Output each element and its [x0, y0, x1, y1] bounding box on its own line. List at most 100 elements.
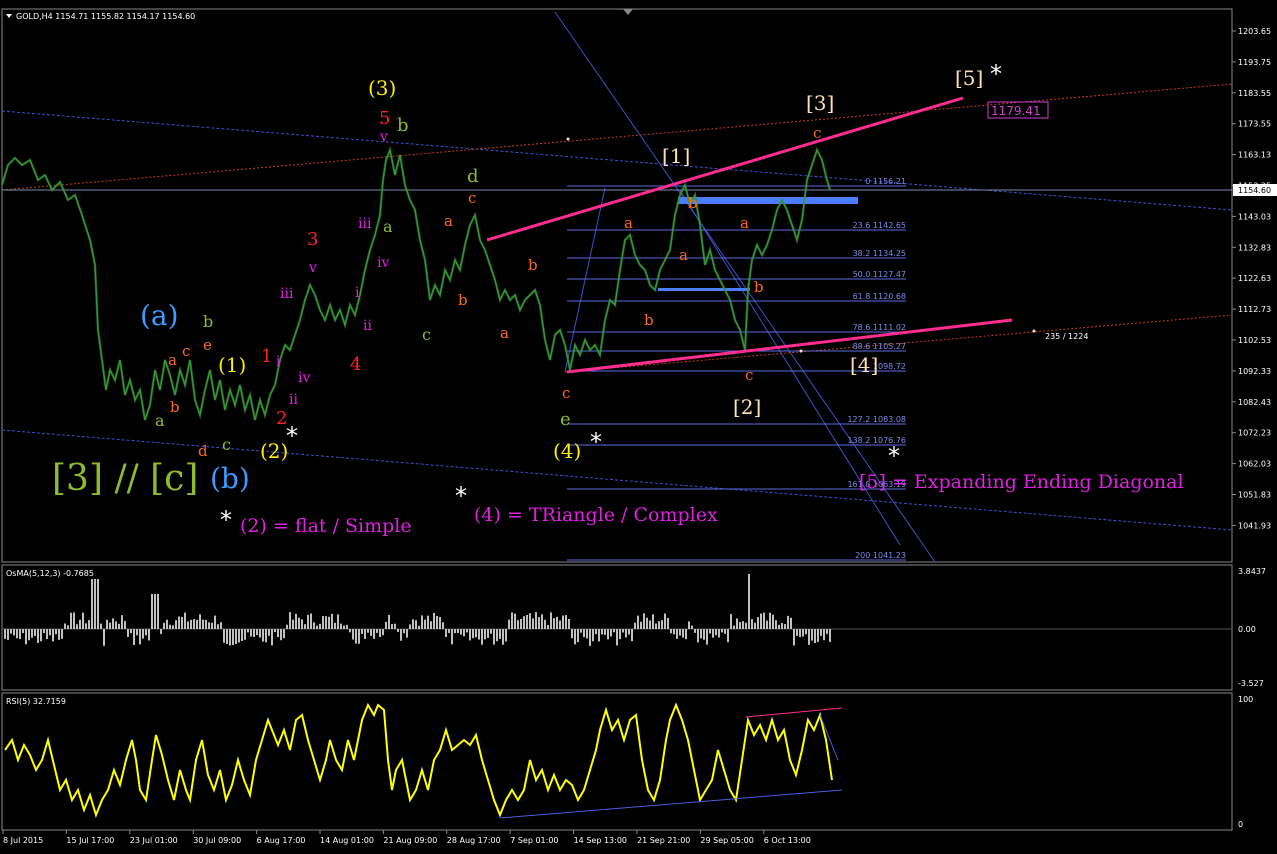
osma-bar: [688, 621, 690, 629]
time-tick-label: 8 Jul 2015: [3, 836, 43, 845]
osma-bar: [598, 629, 600, 642]
osma-bar: [556, 616, 558, 629]
osma-bar: [136, 629, 138, 636]
osma-bar: [235, 629, 237, 645]
osma-bar: [805, 629, 807, 635]
osma-bar: [571, 629, 573, 639]
wave-b-orange: b: [528, 256, 538, 274]
osma-bar: [493, 629, 495, 645]
osma-bar: [430, 621, 432, 629]
osma-bar: [28, 629, 30, 641]
osma-bar: [511, 612, 513, 629]
osma-bar: [121, 615, 123, 629]
osma-bar: [796, 629, 798, 636]
osma-bar: [208, 622, 210, 629]
osma-bar: [811, 629, 813, 641]
osma-bar: [472, 629, 474, 639]
osma-bar: [775, 620, 777, 629]
osma-bar: [553, 618, 555, 629]
osma-bar: [739, 622, 741, 629]
osma-axis: 3.8437 0.00 -3.527: [1238, 567, 1266, 688]
osma-bar: [409, 624, 411, 629]
wave-a-orange: a: [168, 351, 177, 369]
support-zone[interactable]: [658, 288, 750, 291]
osma-tick-label: 3.8437: [1238, 567, 1266, 576]
osma-bar: [541, 614, 543, 629]
osma-bar: [745, 622, 747, 629]
osma-bar: [31, 629, 33, 638]
osma-bar: [361, 629, 363, 635]
osma-bar: [52, 629, 54, 642]
wave-label-3c: [3] // [c]: [52, 458, 198, 499]
osma-bar: [622, 629, 624, 633]
osma-bar: [673, 629, 675, 635]
wave-label-b4: [4]: [850, 353, 878, 377]
osma-bar: [37, 629, 39, 643]
osma-bar: [685, 629, 687, 640]
osma-bar: [64, 623, 66, 629]
osma-bar: [343, 625, 345, 629]
osma-bar: [820, 629, 822, 636]
time-tick-label: 7 Sep 01:00: [510, 836, 558, 845]
osma-bar: [559, 620, 561, 629]
osma-bar: [265, 629, 267, 643]
osma-bar: [109, 622, 111, 629]
price-tick-label: 1203.65: [1238, 27, 1271, 36]
resistance-zone[interactable]: [678, 197, 858, 204]
osma-bar: [457, 629, 459, 633]
wave-a-orange: a: [444, 212, 453, 230]
osma-bar: [67, 625, 69, 629]
osma-bar: [241, 629, 243, 641]
osma-bar: [238, 629, 240, 643]
osma-bar: [475, 629, 477, 638]
rsi-tick-label: 0: [1238, 820, 1243, 829]
price-tick-label: 1143.03: [1238, 212, 1271, 221]
star-marker: *: [286, 422, 298, 450]
osma-bar: [655, 623, 657, 629]
osma-bar: [589, 629, 591, 646]
wave-label-b-paren: (b): [210, 462, 250, 495]
osma-bar: [97, 579, 99, 629]
osma-bar: [289, 612, 291, 629]
osma-bar: [715, 629, 717, 636]
osma-bar: [211, 622, 213, 629]
price-axis[interactable]: 1203.651193.751183.551173.551163.131153.…: [1232, 27, 1271, 530]
osma-bar: [58, 629, 60, 640]
osma-bar: [766, 620, 768, 629]
osma-bar: [676, 629, 678, 639]
time-tick-label: 6 Aug 17:00: [257, 836, 306, 845]
osma-bar: [763, 612, 765, 629]
fibo-level-label: 50.0 1127.47: [853, 270, 906, 279]
osma-bar: [607, 629, 609, 640]
time-axis[interactable]: 8 Jul 2015 15 Jul 17:00 23 Jul 01:00 30 Jul…: [2, 830, 811, 845]
wave-4-red: 4: [350, 354, 361, 375]
osma-bar: [523, 616, 525, 629]
osma-bar: [196, 619, 198, 629]
trading-chart[interactable]: GOLD,H4 1154.71 1155.82 1154.17 1154.60 …: [0, 0, 1277, 854]
osma-bar: [331, 613, 333, 629]
osma-bar: [205, 619, 207, 629]
price-tick-label: 1041.93: [1238, 521, 1271, 530]
osma-bar: [490, 629, 492, 634]
osma-bar: [181, 616, 183, 629]
wave-c-orange: c: [182, 342, 190, 360]
osma-bar: [505, 629, 507, 642]
price-tick-label: 1062.03: [1238, 460, 1271, 469]
osma-bar: [496, 629, 498, 642]
wave-a-orange: a: [624, 214, 633, 232]
rsi-panel[interactable]: [1, 692, 1233, 831]
osma-panel[interactable]: [1, 564, 1233, 691]
wave-3-red: 3: [307, 229, 318, 250]
osma-bar: [574, 629, 576, 645]
osma-bar: [34, 629, 36, 636]
osma-bar: [463, 629, 465, 637]
fibo-level-label: 38.2 1134.25: [853, 249, 906, 258]
osma-bar: [358, 629, 360, 644]
osma-bar: [169, 624, 171, 629]
osma-bar: [460, 629, 462, 635]
osma-bar: [295, 613, 297, 629]
price-tick-label: 1102.53: [1238, 336, 1271, 345]
osma-bar: [250, 629, 252, 637]
fibo-level-label: 61.8 1120.68: [853, 292, 906, 301]
wave-iv-magenta: iv: [298, 370, 310, 386]
